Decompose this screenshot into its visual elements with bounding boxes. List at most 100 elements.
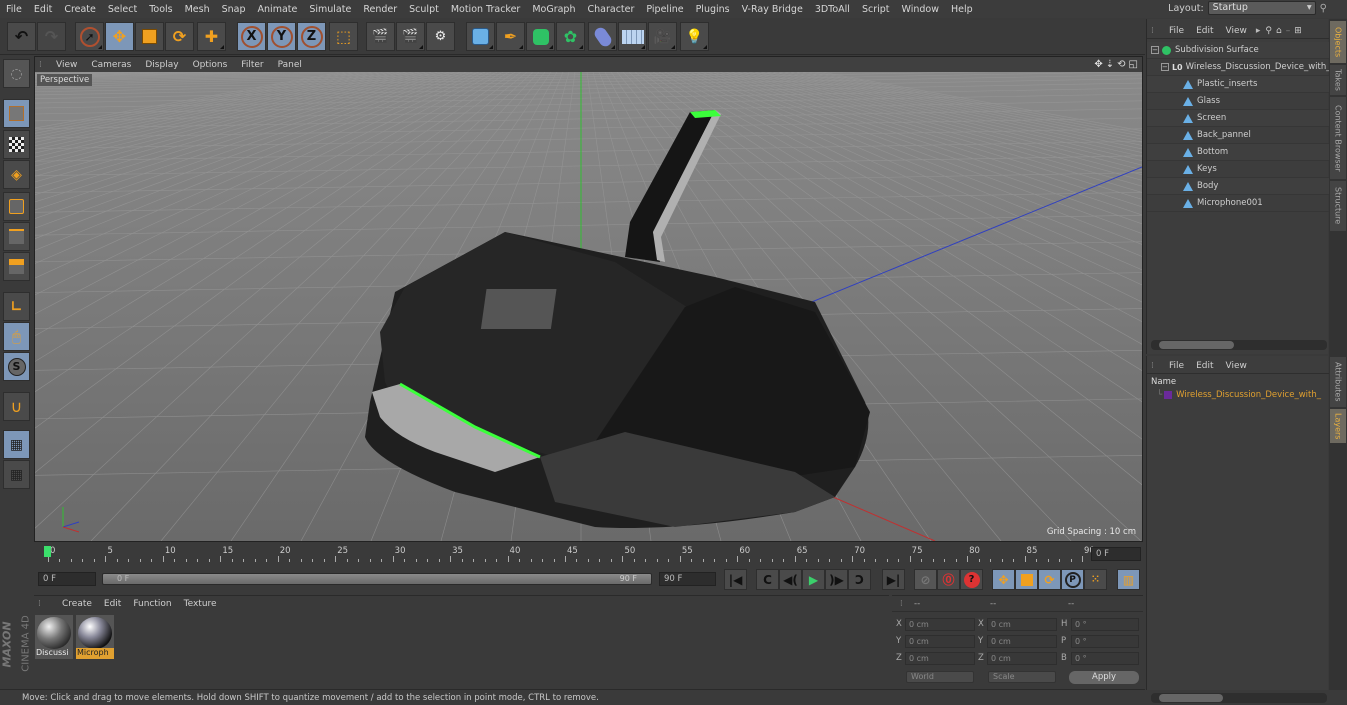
layout-dropdown[interactable]: Startup (1207, 1, 1316, 15)
start-frame-field[interactable]: 0 F (38, 572, 96, 586)
pos-z-field[interactable]: 0 cm (905, 652, 975, 665)
z-axis-icon[interactable]: Z (297, 22, 326, 51)
camera-icon[interactable]: 🎥 (648, 22, 677, 51)
move-view-icon[interactable]: ✥ (1094, 59, 1102, 70)
redo-icon[interactable]: ↷ (37, 22, 66, 51)
menu-render[interactable]: Render (357, 4, 403, 15)
floor-scene-icon[interactable] (618, 22, 647, 51)
timeline-window-icon[interactable]: ▥ (1117, 569, 1140, 590)
tree-item[interactable]: Back_pannel (1147, 127, 1329, 144)
material-swatch[interactable]: Discussi (35, 615, 73, 659)
rotate-view-icon[interactable]: ⟲ (1117, 59, 1125, 70)
keyframe-selection-icon[interactable]: ? (960, 569, 983, 590)
menu-character[interactable]: Character (581, 4, 640, 15)
object-menu-view[interactable]: View (1220, 26, 1253, 36)
menu-motion-tracker[interactable]: Motion Tracker (445, 4, 527, 15)
axis-mode-icon[interactable]: ∟ (3, 292, 30, 321)
coordinate-mode-dropdown[interactable]: World (906, 671, 974, 683)
menu-animate[interactable]: Animate (252, 4, 304, 15)
workplane-lock-icon[interactable]: ▦ (3, 430, 30, 459)
tree-item[interactable]: Glass (1147, 93, 1329, 110)
autokeying-icon[interactable]: ⓪ (937, 569, 960, 590)
object-horizontal-scrollbar[interactable] (1151, 340, 1327, 350)
render-view-icon[interactable]: 🎬 (366, 22, 395, 51)
menu-mograph[interactable]: MoGraph (526, 4, 581, 15)
render-picture-viewer-icon[interactable]: 🎬 (396, 22, 425, 51)
material-swatch-selected[interactable]: Microph (76, 615, 114, 659)
menu-snap[interactable]: Snap (216, 4, 252, 15)
points-mode-icon[interactable] (3, 192, 30, 221)
home-icon[interactable]: ⌂ (1274, 26, 1284, 36)
viewport-menu-view[interactable]: View (49, 60, 84, 70)
viewport-menu-filter[interactable]: Filter (234, 60, 270, 70)
go-to-start-icon[interactable]: |◀ (724, 569, 747, 590)
cube-primitive-icon[interactable] (466, 22, 495, 51)
tree-item-null-group[interactable]: − L0 Wireless_Discussion_Device_with_ (1147, 59, 1329, 76)
layer-color-swatch[interactable] (1164, 391, 1173, 399)
coordinate-system-icon[interactable]: ⬚ (329, 22, 358, 51)
record-rotation-icon[interactable]: ⟳ (1038, 569, 1061, 590)
object-menu-edit[interactable]: Edit (1190, 26, 1219, 36)
tweak-mode-icon[interactable]: 🖱 (3, 322, 30, 351)
tab-layers[interactable]: Layers (1330, 409, 1346, 443)
rot-b-field[interactable]: 0 ° (1071, 652, 1139, 665)
tree-item[interactable]: Screen (1147, 110, 1329, 127)
scale-icon[interactable] (135, 22, 164, 51)
new-panel-icon[interactable]: ⊞ (1292, 26, 1304, 36)
menu-tools[interactable]: Tools (143, 4, 178, 15)
size-x-field[interactable]: 0 cm (987, 618, 1057, 631)
material-menu-edit[interactable]: Edit (98, 599, 127, 609)
menu-pipeline[interactable]: Pipeline (640, 4, 689, 15)
record-parameter-icon[interactable]: P (1061, 569, 1084, 590)
size-y-field[interactable]: 0 cm (987, 635, 1057, 648)
tab-structure[interactable]: Structure (1330, 181, 1346, 231)
rotate-icon[interactable]: ⟳ (165, 22, 194, 51)
menu-window[interactable]: Window (896, 4, 945, 15)
record-position-icon[interactable]: ✥ (992, 569, 1015, 590)
layer-horizontal-scrollbar[interactable] (1151, 693, 1327, 703)
menu-create[interactable]: Create (58, 4, 102, 15)
menu-sculpt[interactable]: Sculpt (403, 4, 445, 15)
material-menu-function[interactable]: Function (127, 599, 177, 609)
scrollbar-thumb[interactable] (1159, 694, 1223, 702)
workplane-icon[interactable]: ◈ (3, 160, 30, 189)
edges-mode-icon[interactable] (3, 222, 30, 251)
previous-key-icon[interactable]: C (756, 569, 779, 590)
model-mode-icon[interactable] (3, 99, 30, 128)
previous-frame-icon[interactable]: ◀( (779, 569, 802, 590)
layer-menu-file[interactable]: File (1163, 361, 1190, 371)
last-tool-icon[interactable]: ✚ (197, 22, 226, 51)
live-selection-icon[interactable]: ➚ (75, 22, 104, 51)
minus-icon[interactable]: – (1284, 26, 1293, 36)
layer-row[interactable]: └ Wireless_Discussion_Device_with_ (1157, 390, 1321, 400)
pen-spline-icon[interactable]: ✒ (496, 22, 525, 51)
record-scale-icon[interactable] (1015, 569, 1038, 590)
timeline-scale[interactable]: 0 5 10 15 20 25 30 35 40 45 50 55 60 65 70 75 80 85 90 (40, 544, 1095, 564)
tab-attributes[interactable]: Attributes (1330, 357, 1346, 407)
x-axis-icon[interactable]: X (237, 22, 266, 51)
menu-select[interactable]: Select (102, 4, 143, 15)
search-icon[interactable]: ⚲ (1263, 26, 1274, 36)
material-menu-texture[interactable]: Texture (178, 599, 223, 609)
dolly-view-icon[interactable]: ⇣ (1106, 59, 1114, 70)
rot-p-field[interactable]: 0 ° (1071, 635, 1139, 648)
y-axis-icon[interactable]: Y (267, 22, 296, 51)
current-frame-field[interactable]: 0 F (1091, 547, 1141, 561)
make-editable-icon[interactable]: ◌ (3, 59, 30, 88)
tree-item[interactable]: Bottom (1147, 144, 1329, 161)
layer-menu-edit[interactable]: Edit (1190, 361, 1219, 371)
collapse-icon[interactable]: − (1161, 63, 1169, 71)
menu-vray-bridge[interactable]: V-Ray Bridge (736, 4, 809, 15)
size-z-field[interactable]: 0 cm (987, 652, 1057, 665)
undo-icon[interactable]: ↶ (7, 22, 36, 51)
tree-item[interactable]: Plastic_inserts (1147, 76, 1329, 93)
subdivision-nurbs-icon[interactable] (526, 22, 555, 51)
tab-content-browser[interactable]: Content Browser (1330, 97, 1346, 179)
snap-magnet-icon[interactable]: ∪ (3, 392, 30, 421)
tree-item[interactable]: Keys (1147, 161, 1329, 178)
deformer-icon[interactable] (588, 22, 617, 51)
viewport-menu-display[interactable]: Display (138, 60, 185, 70)
rot-h-field[interactable]: 0 ° (1071, 618, 1139, 631)
expand-arrow-icon[interactable]: ▸ (1253, 26, 1264, 36)
object-menu-file[interactable]: File (1163, 26, 1190, 36)
